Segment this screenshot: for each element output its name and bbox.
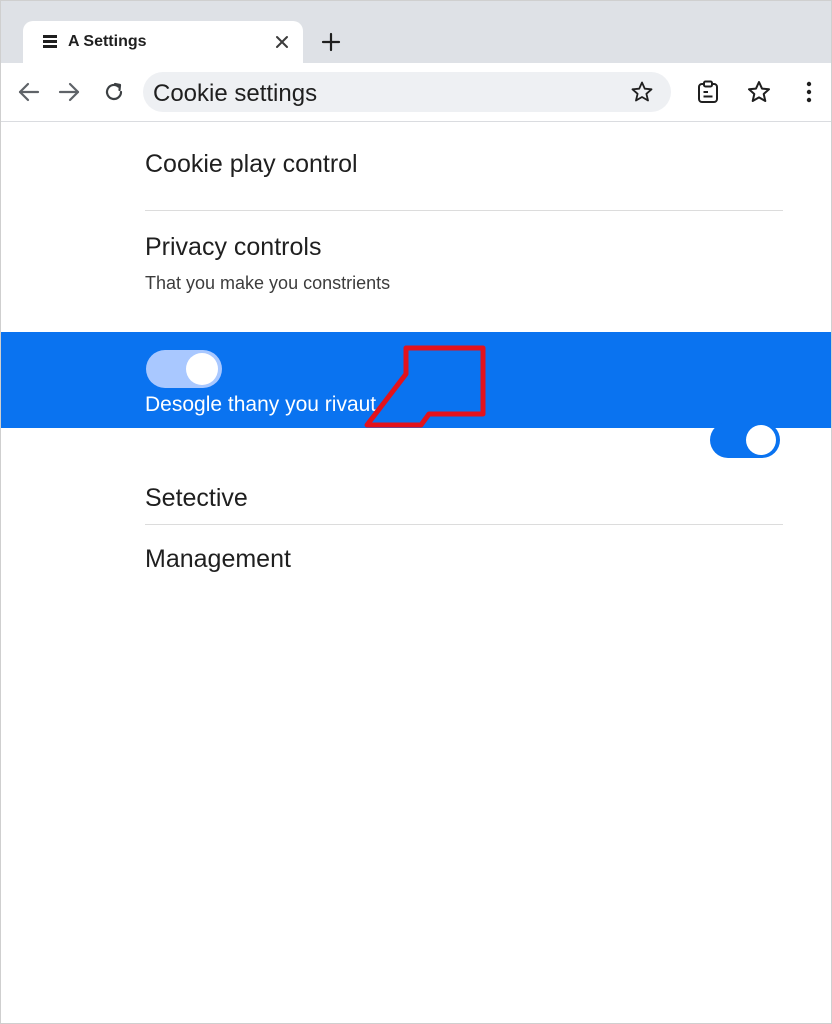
management-toggle[interactable] [710,422,780,458]
divider [145,524,783,525]
divider [145,210,783,211]
tab-title: A Settings [68,33,147,50]
browser-toolbar: Cookie settings [1,63,831,122]
cookie-play-control-item[interactable]: Cookie play control [145,150,358,179]
privacy-controls-title[interactable]: Privacy controls [145,233,321,262]
toggle-knob [746,425,776,455]
arrow-right-icon[interactable] [56,79,82,105]
settings-page-icon [43,35,57,48]
privacy-controls-subtitle: That you make you constrients [145,273,391,293]
bookmark-star-icon[interactable] [746,79,772,105]
address-bar[interactable]: Cookie settings [143,72,671,112]
management-label: Management [145,545,291,573]
close-icon[interactable] [273,33,291,51]
reload-icon[interactable] [101,79,127,105]
address-text: Cookie settings [153,80,318,107]
new-tab-plus-icon[interactable] [320,31,342,53]
tab-settings[interactable]: A Settings [23,21,303,63]
toggle-knob [186,353,218,385]
settings-content: Cookie play control Privacy controls Tha… [1,122,831,1023]
star-outline-icon[interactable] [630,80,654,104]
highlighted-setting-label: Desogle thany you rivaut [145,393,377,416]
arrow-left-icon[interactable] [16,79,42,105]
highlighted-toggle[interactable] [146,350,222,388]
setective-section-title: Setective [145,484,248,512]
browser-window: A Settings Cookie settings Cookie play c… [0,0,832,1024]
clipboard-icon[interactable] [695,79,721,105]
tab-strip: A Settings [1,1,831,63]
kebab-menu-icon[interactable] [796,79,822,105]
red-annotation-marker [364,345,486,428]
